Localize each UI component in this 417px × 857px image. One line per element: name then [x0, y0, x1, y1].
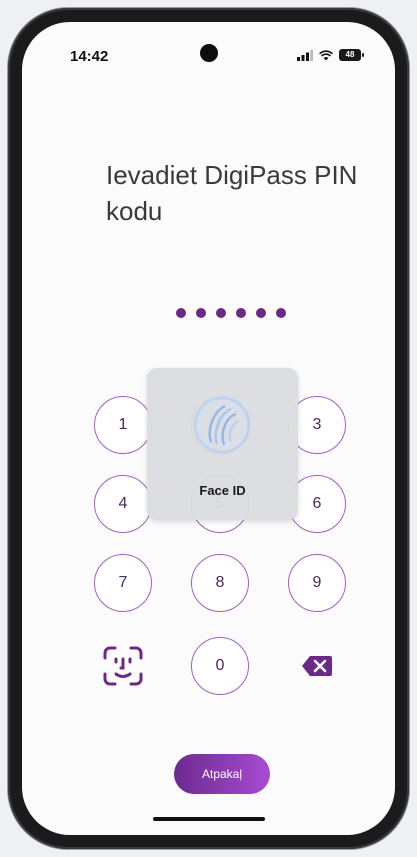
key-1[interactable]: 1 [94, 396, 152, 454]
pin-dot [176, 308, 186, 318]
backspace-icon [302, 656, 332, 676]
key-4[interactable]: 4 [94, 475, 152, 533]
face-scan-icon [103, 646, 143, 686]
page-title: Ievadiet DigiPass PIN kodu [106, 160, 358, 226]
key-7[interactable]: 7 [94, 554, 152, 612]
home-indicator[interactable] [153, 817, 265, 821]
pin-dot [256, 308, 266, 318]
front-camera [199, 44, 218, 62]
faceid-overlay: Face ID [147, 368, 298, 520]
signal-icon [297, 49, 313, 61]
delete-button[interactable] [288, 637, 346, 695]
pin-indicator [176, 308, 286, 318]
pin-dot [276, 308, 286, 318]
key-8[interactable]: 8 [191, 554, 249, 612]
wifi-icon [319, 49, 333, 60]
faceid-button[interactable] [94, 637, 152, 695]
pin-dot [216, 308, 226, 318]
pin-dot [196, 308, 206, 318]
status-time: 14:42 [70, 48, 109, 65]
pin-dot [236, 308, 246, 318]
back-button[interactable]: Atpakaļ [174, 754, 270, 794]
app-screen: 14:42 48 Ievadiet DigiPass PIN kodu 1 3 … [22, 22, 395, 835]
status-icons: 48 [297, 49, 364, 61]
key-0[interactable]: 0 [191, 637, 249, 695]
key-9[interactable]: 9 [288, 554, 346, 612]
phone-frame: 14:42 48 Ievadiet DigiPass PIN kodu 1 3 … [8, 8, 409, 849]
face-id-icon [193, 396, 251, 454]
battery-icon: 48 [339, 49, 364, 61]
faceid-label: Face ID [199, 483, 246, 498]
